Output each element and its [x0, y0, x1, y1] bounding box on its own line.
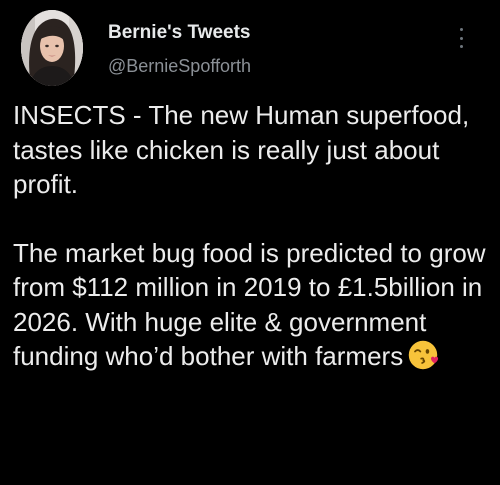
menu-dot	[459, 45, 463, 48]
profile-photo	[21, 10, 83, 86]
tweet-paragraph-2: The market bug food is predicted to grow…	[13, 236, 493, 374]
author-display-name[interactable]: Bernie's Tweets	[108, 22, 251, 44]
menu-dot	[459, 28, 463, 31]
more-options-icon[interactable]	[451, 24, 471, 52]
tweet-paragraph-1: INSECTS - The new Human superfood, taste…	[13, 100, 470, 199]
avatar[interactable]	[21, 10, 83, 86]
tweet-text: INSECTS - The new Human superfood, taste…	[13, 98, 493, 374]
menu-dot	[459, 36, 463, 40]
author-handle[interactable]: @BernieSpofforth	[108, 56, 251, 77]
face-blowing-kiss-emoji	[408, 340, 439, 370]
tweet-card: Bernie's Tweets @BernieSpofforth INSECTS…	[0, 0, 500, 485]
